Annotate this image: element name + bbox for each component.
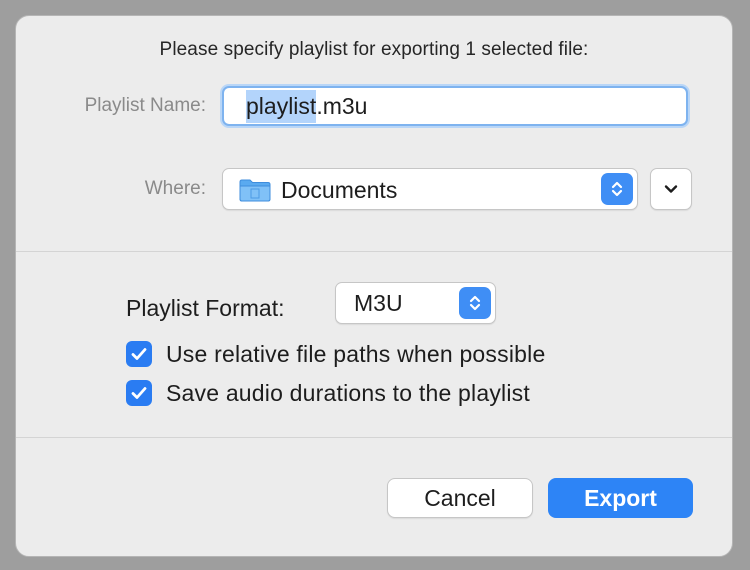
where-popup[interactable]: Documents bbox=[222, 168, 638, 210]
relative-paths-label: Use relative file paths when possible bbox=[166, 340, 546, 367]
save-durations-label: Save audio durations to the playlist bbox=[166, 379, 530, 406]
relative-paths-checkbox[interactable] bbox=[126, 341, 152, 367]
save-durations-option[interactable]: Save audio durations to the playlist bbox=[126, 378, 530, 408]
playlist-name-label: Playlist Name: bbox=[84, 95, 206, 116]
expand-browser-button[interactable] bbox=[650, 168, 692, 210]
export-button[interactable]: Export bbox=[548, 478, 693, 518]
where-label: Where: bbox=[144, 178, 206, 199]
checkmark-icon bbox=[131, 348, 147, 360]
where-value: Documents bbox=[281, 177, 398, 203]
playlist-format-popup[interactable]: M3U bbox=[335, 282, 496, 324]
playlist-name-extension: .m3u bbox=[316, 93, 368, 119]
folder-icon bbox=[239, 178, 271, 202]
relative-paths-option[interactable]: Use relative file paths when possible bbox=[126, 339, 545, 369]
playlist-format-value: M3U bbox=[354, 290, 403, 316]
cancel-button[interactable]: Cancel bbox=[387, 478, 533, 518]
chevron-down-icon bbox=[664, 184, 678, 194]
export-playlist-dialog: Please specify playlist for exporting 1 … bbox=[15, 15, 733, 557]
divider-top bbox=[16, 251, 732, 252]
save-durations-checkbox[interactable] bbox=[126, 380, 152, 406]
playlist-format-label: Playlist Format: bbox=[126, 295, 285, 321]
divider-bottom bbox=[16, 437, 732, 438]
checkmark-icon bbox=[131, 387, 147, 399]
format-stepper-icon bbox=[459, 287, 491, 319]
playlist-name-selected-text: playlist bbox=[246, 90, 317, 123]
where-stepper-icon bbox=[601, 173, 633, 205]
playlist-name-input[interactable]: playlist.m3u bbox=[222, 86, 688, 126]
dialog-prompt: Please specify playlist for exporting 1 … bbox=[159, 39, 589, 60]
